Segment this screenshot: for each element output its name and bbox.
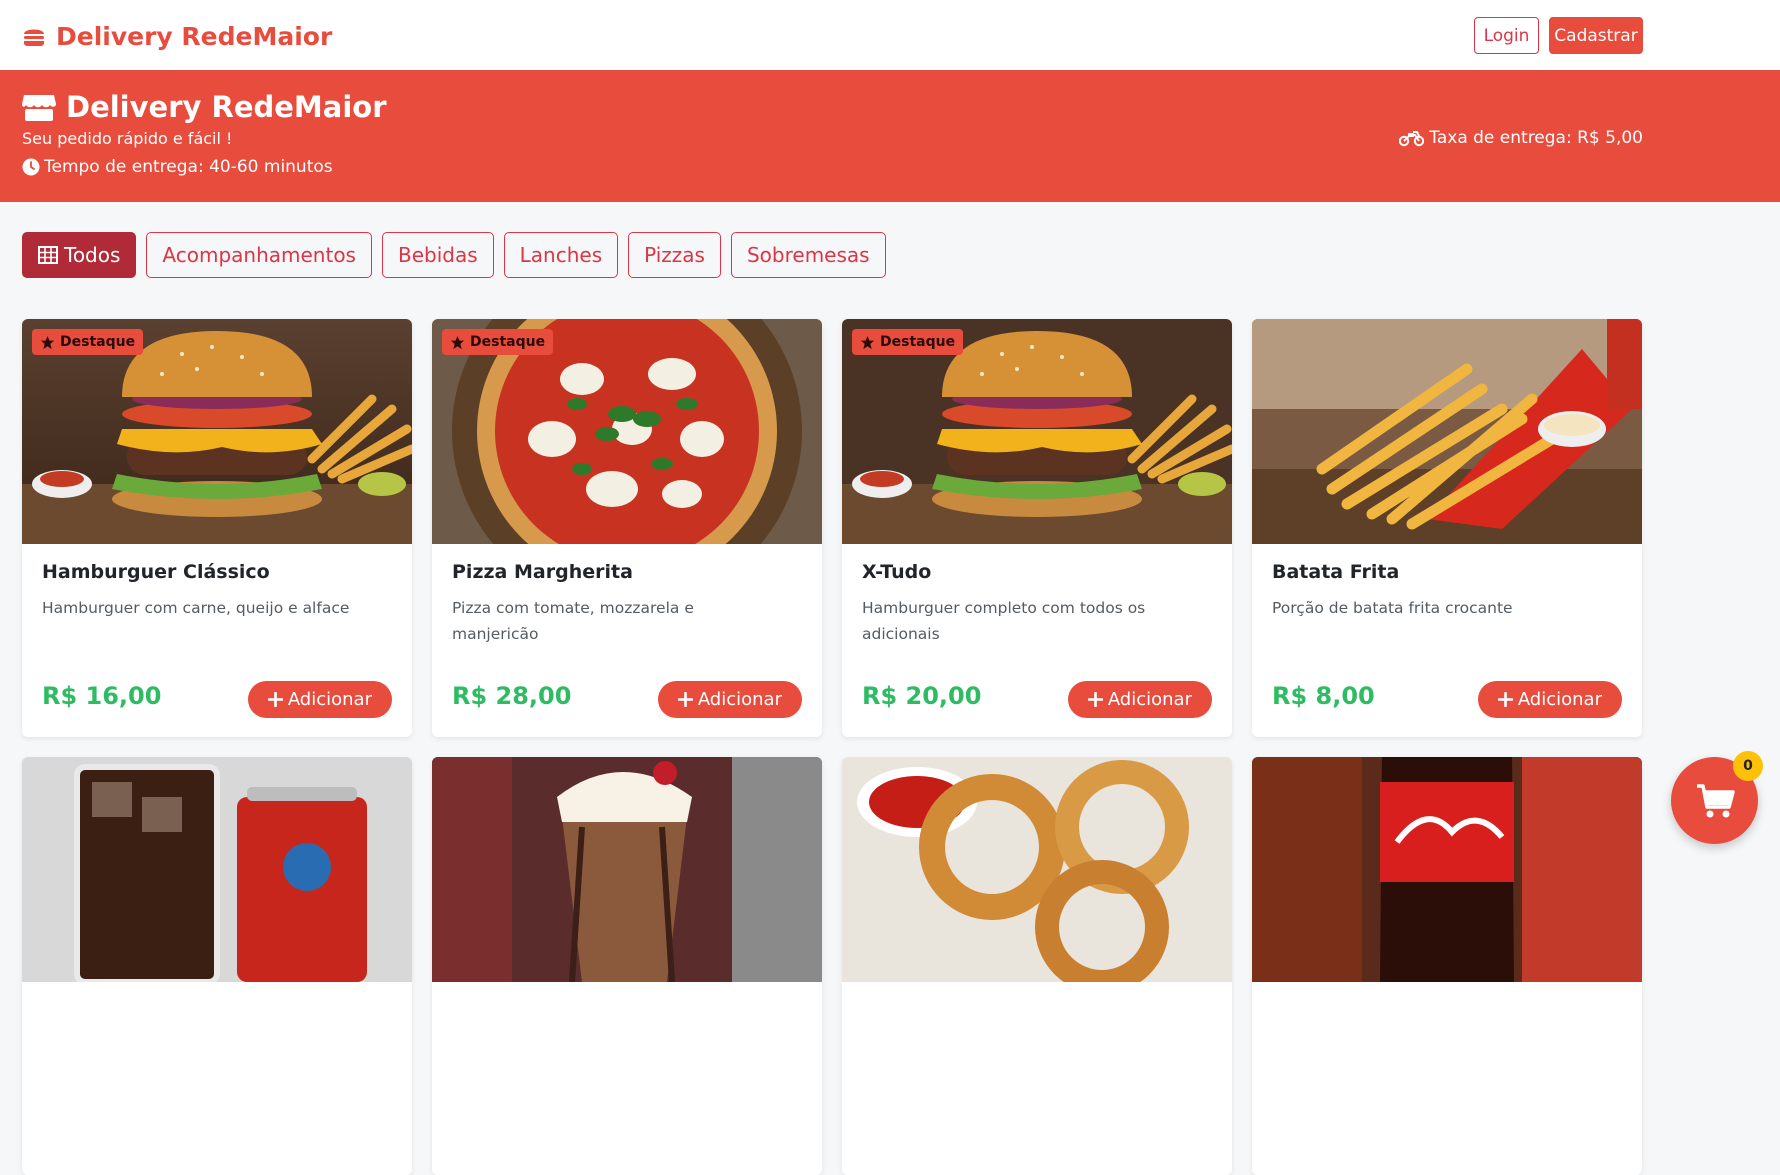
product-name: Hamburguer Clássico [42,561,270,583]
card-body: Batata Frita Porção de batata frita croc… [1272,561,1622,621]
delivery-fee: Taxa de entrega: R$ 5,00 [1399,128,1643,148]
product-name: Pizza Margherita [452,561,633,583]
burger-icon [24,29,44,46]
plus-icon [267,692,283,707]
add-label: Adicionar [1517,689,1602,710]
product-price: R$ 20,00 [862,682,982,710]
product-card: Destaque Pizza Margherita Pizza com toma… [432,319,822,737]
product-grid: Destaque Hamburguer Clássico Hamburguer … [22,319,1642,1175]
category-filters: Todos Acompanhamentos Bebidas Lanches Pi… [22,232,886,279]
product-card: Destaque Hamburguer Clássico Hamburguer … [22,319,412,737]
grid-icon [38,246,58,264]
add-label: Adicionar [1107,689,1192,710]
login-button[interactable]: Login [1474,17,1539,54]
navbar: Delivery RedeMaior Login Cadastrar [0,0,1780,70]
card-body: X-Tudo Hamburguer completo com todos os … [862,561,1212,647]
product-card [1252,757,1642,1175]
filter-todos[interactable]: Todos [22,232,137,278]
product-image [1252,319,1642,544]
filter-sobremesas[interactable]: Sobremesas [730,232,886,278]
plus-icon [1497,692,1513,707]
delivery-fee-text: Taxa de entrega: R$ 5,00 [1429,128,1643,148]
filter-pizzas[interactable]: Pizzas [628,232,721,278]
filter-bebidas[interactable]: Bebidas [381,232,494,278]
product-price: R$ 28,00 [452,682,572,710]
hero-subtitle: Seu pedido rápido e fácil ! [22,129,233,148]
product-image [432,757,822,982]
add-to-cart-button[interactable]: Adicionar [657,681,802,718]
product-card: Batata Frita Porção de batata frita croc… [1252,319,1642,737]
add-to-cart-button[interactable]: Adicionar [247,681,392,718]
product-image: Destaque [842,319,1232,544]
product-description: Porção de batata frita crocante [1272,599,1513,617]
hero-title-text: Delivery RedeMaior [66,90,387,124]
add-to-cart-button[interactable]: Adicionar [1067,681,1212,718]
brand-link[interactable]: Delivery RedeMaior [22,19,332,53]
delivery-time: Tempo de entrega: 40-60 minutos [22,157,333,177]
product-description: Hamburguer completo com todos os adicion… [862,599,1146,643]
product-name: X-Tudo [862,561,932,583]
add-to-cart-button[interactable]: Adicionar [1477,681,1622,718]
plus-icon [677,692,693,707]
product-card: Destaque X-Tudo Hamburguer completo com … [842,319,1232,737]
add-label: Adicionar [697,689,782,710]
card-body: Pizza Margherita Pizza com tomate, mozza… [452,561,802,647]
featured-badge: Destaque [32,329,144,355]
product-price: R$ 16,00 [42,682,162,710]
product-card [842,757,1232,1175]
product-image: Destaque [432,319,822,544]
hero-banner: Delivery RedeMaior Seu pedido rápido e f… [0,70,1780,202]
star-icon [40,335,55,349]
clock-icon [22,158,40,176]
brand-name: Delivery RedeMaior [56,21,333,51]
product-description: Pizza com tomate, mozzarela e manjericão [452,599,694,643]
product-description: Hamburguer com carne, queijo e alface [42,599,350,617]
featured-badge: Destaque [442,329,554,355]
product-card [432,757,822,1175]
cart-count-badge: 0 [1733,751,1763,781]
cart-icon [1696,783,1735,817]
product-image [22,757,412,982]
plus-icon [1087,692,1103,707]
product-price: R$ 8,00 [1272,682,1375,710]
filter-acompanhamentos[interactable]: Acompanhamentos [146,232,372,278]
badge-label: Destaque [60,334,136,350]
product-image [842,757,1232,982]
add-label: Adicionar [287,689,372,710]
product-image [1252,757,1642,982]
product-image: Destaque [22,319,412,544]
signup-button[interactable]: Cadastrar [1549,17,1643,54]
badge-label: Destaque [880,334,956,350]
product-card [22,757,412,1175]
hero-title: Delivery RedeMaior [22,90,387,124]
delivery-time-text: Tempo de entrega: 40-60 minutos [44,157,333,177]
filter-label: Todos [64,243,121,267]
card-body: Hamburguer Clássico Hamburguer com carne… [42,561,392,621]
badge-label: Destaque [470,334,546,350]
motorcycle-icon [1399,131,1425,147]
product-name: Batata Frita [1272,561,1400,583]
featured-badge: Destaque [852,329,964,355]
store-icon [22,95,56,121]
filter-lanches[interactable]: Lanches [503,232,619,278]
star-icon [450,335,465,349]
star-icon [860,335,875,349]
